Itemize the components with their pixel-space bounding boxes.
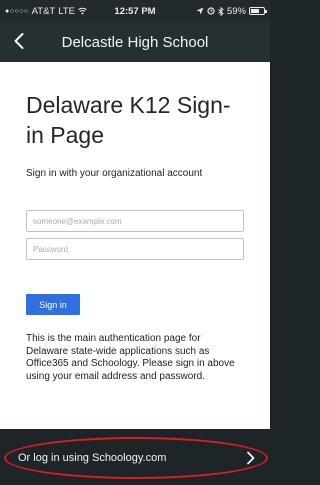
sign-in-heading: Delaware K12 Sign-in Page <box>26 92 231 148</box>
schoology-link-label: Or log in using Schoology.com <box>18 452 167 464</box>
network-label: LTE <box>58 5 75 17</box>
status-bar-right: 59% <box>196 5 267 17</box>
wifi-icon <box>78 7 87 15</box>
battery-icon <box>249 7 267 15</box>
sign-in-button[interactable]: Sign in <box>26 294 80 315</box>
page-title: Delcastle High School <box>61 33 209 51</box>
sign-in-form: Delaware K12 Sign-in Page Sign in with y… <box>0 62 270 429</box>
signal-strength-icon: ●○○○○ <box>5 7 29 15</box>
back-button[interactable] <box>6 28 32 54</box>
alarm-icon <box>207 7 215 15</box>
carrier-label: AT&T <box>31 5 56 17</box>
battery-percentage: 59% <box>226 5 246 17</box>
location-arrow-icon <box>196 7 204 15</box>
schoology-login-link[interactable]: Or log in using Schoology.com <box>4 437 268 479</box>
status-bar: ●○○○○ AT&T LTE 12:57 PM 59% <box>0 0 270 22</box>
sign-in-subtitle: Sign in with your organizational account <box>26 168 203 179</box>
navigation-bar: Delcastle High School <box>0 22 270 62</box>
chevron-left-icon <box>14 33 24 49</box>
email-field[interactable] <box>26 210 244 232</box>
chevron-right-icon <box>247 451 255 465</box>
bluetooth-icon <box>218 6 224 16</box>
status-bar-left: ●○○○○ AT&T LTE <box>5 6 196 17</box>
info-text: This is the main authentication page for… <box>26 333 235 382</box>
password-field[interactable] <box>26 238 244 260</box>
schoology-footer: Or log in using Schoology.com <box>0 429 270 485</box>
